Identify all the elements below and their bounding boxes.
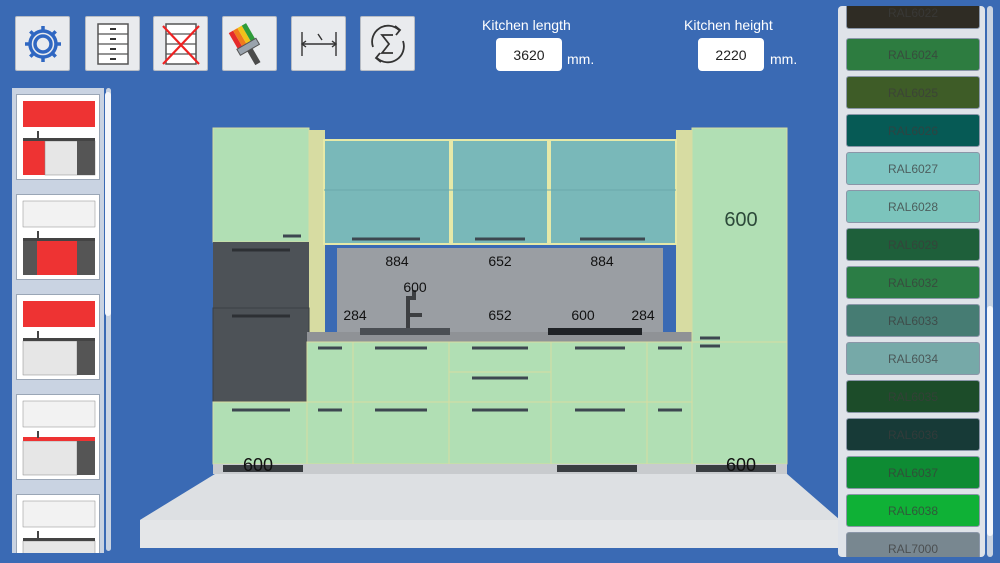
base-cabinet-hob[interactable] [550,341,648,465]
swatch-label: RAL6036 [887,427,939,442]
dim-tall-right: 600 [724,209,757,231]
swatch-label: RAL6028 [887,199,939,214]
swatch-label: RAL6034 [887,351,939,366]
swatch-ral6027[interactable]: RAL6027 [846,152,980,185]
floor-marble [140,474,840,520]
hob [548,328,642,335]
tall-cabinet-right-top[interactable] [691,127,788,343]
dim-side-left: 284 [343,307,367,323]
upper-cabinet-mid[interactable] [451,139,549,245]
swatch-label: RAL6029 [887,237,939,252]
side-panel-right [676,130,692,340]
swatch-label: RAL6024 [887,47,939,62]
dim-sink: 652 [488,307,512,323]
swatch-ral6022[interactable]: RAL6022 [846,6,980,29]
color-palette[interactable]: RAL6022 RAL6024 RAL6025 RAL6026 RAL6027 RAL60… [838,6,985,557]
swatch-label: RAL6032 [887,275,939,290]
dim-upper-left: 884 [385,253,409,269]
swatch-label: RAL6025 [887,85,939,100]
swatch-ral6024[interactable]: RAL6024 [846,38,980,71]
kitchen-scene[interactable]: 884 652 884 600 284 652 600 284 600 600 … [0,0,840,563]
dim-upper-mid: 652 [488,253,512,269]
tall-cabinet-right-bottom[interactable] [691,341,788,465]
dim-tap: 600 [403,279,427,295]
dim-bottom-left: 600 [243,455,273,475]
sink [360,328,450,335]
swatch-label: RAL6035 [887,389,939,404]
swatch-ral6032[interactable]: RAL6032 [846,266,980,299]
dim-upper-right: 884 [590,253,614,269]
dim-side-right: 284 [631,307,655,323]
side-panel-left [309,130,325,340]
swatch-label: RAL6022 [887,6,939,20]
swatch-ral6029[interactable]: RAL6029 [846,228,980,261]
swatch-ral6034[interactable]: RAL6034 [846,342,980,375]
base-cabinet-sink[interactable] [352,341,450,465]
upper-cabinet-right[interactable] [549,139,677,245]
swatch-ral6038[interactable]: RAL6038 [846,494,980,527]
swatch-ral6036[interactable]: RAL6036 [846,418,980,451]
tall-cabinet-left-top[interactable] [212,127,310,243]
base-cabinet-drawers[interactable] [448,341,552,465]
swatch-ral6026[interactable]: RAL6026 [846,114,980,147]
swatch-ral6025[interactable]: RAL6025 [846,76,980,109]
swatch-label: RAL6033 [887,313,939,328]
palette-scrollbar-thumb[interactable] [987,306,993,536]
swatch-ral6028[interactable]: RAL6028 [846,190,980,223]
oven-bottom[interactable] [212,307,310,403]
swatch-label: RAL6037 [887,465,939,480]
dim-hob: 600 [571,307,595,323]
swatch-label: RAL6026 [887,123,939,138]
swatch-ral6037[interactable]: RAL6037 [846,456,980,489]
swatch-ral6035[interactable]: RAL6035 [846,380,980,413]
swatch-label: RAL6027 [887,161,939,176]
swatch-label: RAL6038 [887,503,939,518]
swatch-ral7000[interactable]: RAL7000 [846,532,980,557]
swatch-ral6033[interactable]: RAL6033 [846,304,980,337]
dim-bottom-right: 600 [726,455,756,475]
swatch-label: RAL7000 [887,541,939,556]
upper-cabinet-left[interactable] [323,139,451,245]
oven-top[interactable] [213,242,309,308]
base-cabinet-end[interactable] [646,341,693,465]
base-cabinet-1[interactable] [306,341,354,465]
